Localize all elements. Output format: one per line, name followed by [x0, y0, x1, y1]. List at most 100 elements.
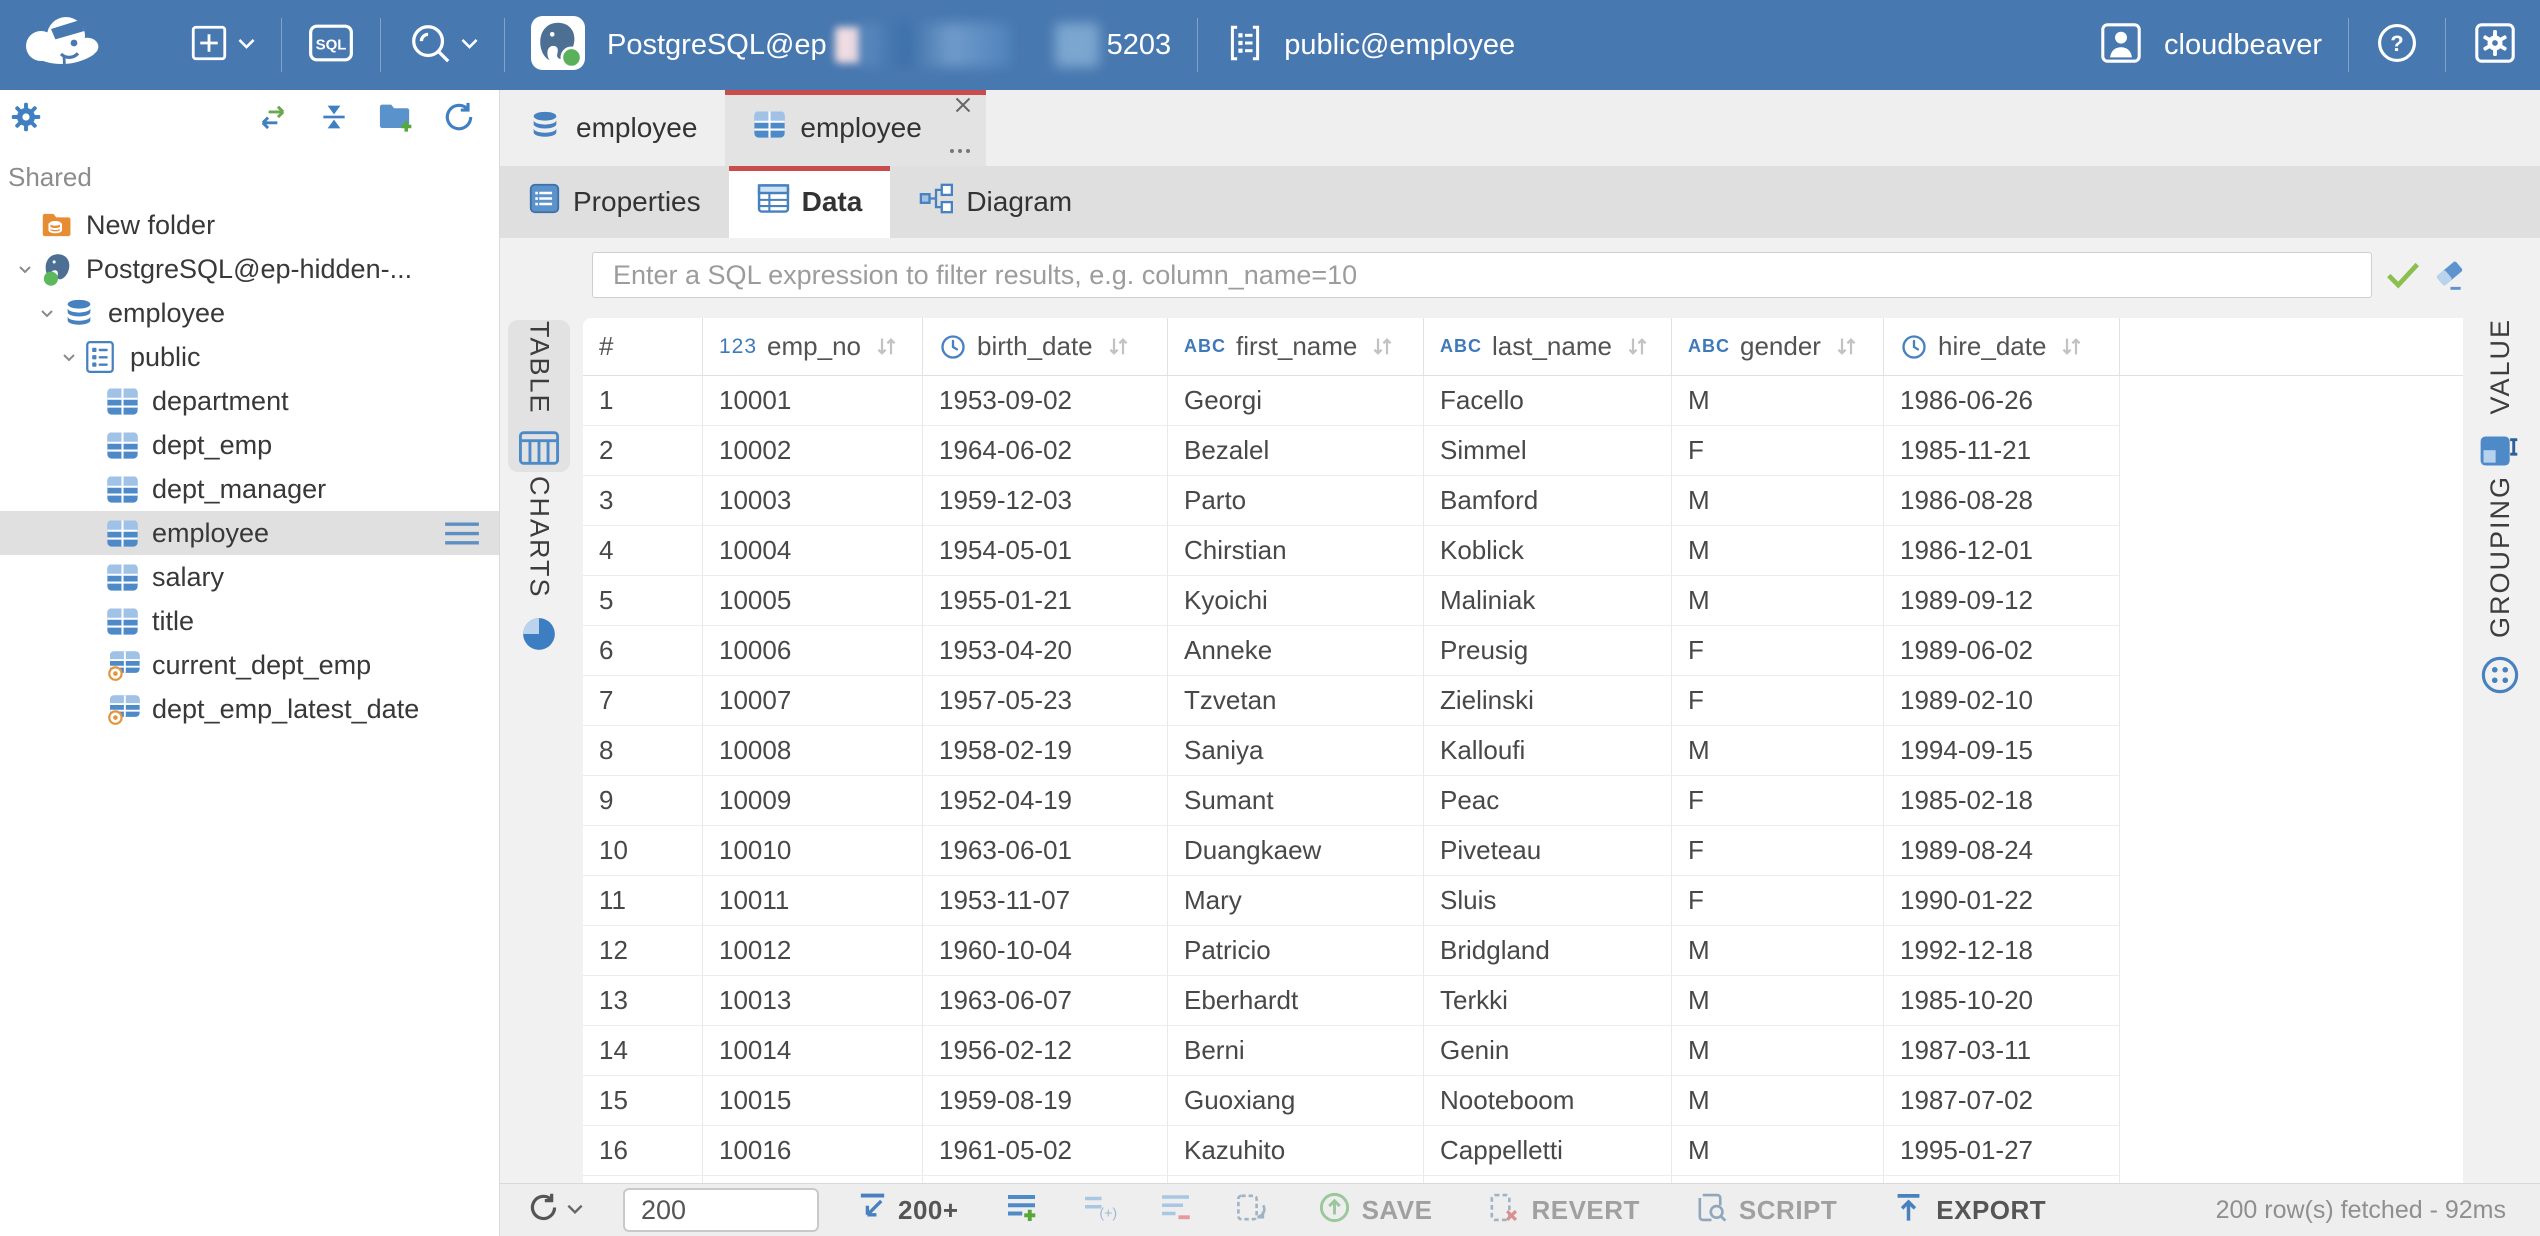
cell[interactable]: Facello	[1424, 376, 1672, 426]
table-row[interactable]: 2100021964-06-02BezalelSimmelF1985-11-21	[583, 426, 2463, 476]
script-button[interactable]: SCRIPT	[1694, 1191, 1837, 1229]
cell[interactable]: Berni	[1168, 1026, 1424, 1076]
sort-icon[interactable]	[1105, 333, 1132, 360]
cell[interactable]: 10001	[703, 376, 923, 426]
cell[interactable]: Kazuhito	[1168, 1126, 1424, 1176]
cell[interactable]: 1989-09-12	[1884, 576, 2120, 626]
tab-diagram[interactable]: Diagram	[890, 166, 1100, 238]
cell[interactable]: M	[1672, 1126, 1884, 1176]
cell[interactable]: M	[1672, 1076, 1884, 1126]
cell[interactable]: Maliniak	[1424, 576, 1672, 626]
cell[interactable]: Georgi	[1168, 376, 1424, 426]
cell[interactable]: M	[1672, 576, 1884, 626]
row-number-cell[interactable]	[583, 1176, 703, 1183]
tree-item-dept-emp-latest-date[interactable]: dept_emp_latest_date	[0, 687, 499, 731]
cell[interactable]: 1995-01-27	[1884, 1126, 2120, 1176]
cell[interactable]: Bamford	[1424, 476, 1672, 526]
cell[interactable]: Cappelletti	[1424, 1126, 1672, 1176]
table-row[interactable]: 1100011953-09-02GeorgiFacelloM1986-06-26	[583, 376, 2463, 426]
cell[interactable]: Tzvetan	[1168, 676, 1424, 726]
schema-selector[interactable]: public@employee	[1224, 22, 1515, 69]
table-row[interactable]: 7100071957-05-23TzvetanZielinskiF1989-02…	[583, 676, 2463, 726]
table-row[interactable]: 3100031959-12-03PartoBamfordM1986-08-28	[583, 476, 2463, 526]
cell[interactable]: Piveteau	[1424, 826, 1672, 876]
tree-item-employee[interactable]: employee	[0, 291, 499, 335]
cell[interactable]: 1989-08-24	[1884, 826, 2120, 876]
row-number-cell[interactable]: 2	[583, 426, 703, 476]
cell[interactable]: Mary	[1168, 876, 1424, 926]
new-connection-button[interactable]	[188, 22, 255, 69]
cell[interactable]: Kyoichi	[1168, 576, 1424, 626]
export-button[interactable]: EXPORT	[1891, 1191, 2046, 1229]
new-folder-button[interactable]	[377, 100, 415, 139]
tab-properties[interactable]: Properties	[500, 166, 729, 238]
table-row[interactable]: 13100131963-06-07EberhardtTerkkiM1985-10…	[583, 976, 2463, 1026]
cell[interactable]: 10013	[703, 976, 923, 1026]
row-number-cell[interactable]: 11	[583, 876, 703, 926]
cell[interactable]: Sluis	[1424, 876, 1672, 926]
cell[interactable]: F	[1672, 676, 1884, 726]
column-header-row-number[interactable]: #	[583, 318, 703, 375]
delete-row-button[interactable]	[1157, 1191, 1194, 1229]
cell[interactable]: Guoxiang	[1168, 1076, 1424, 1126]
cell[interactable]: 10003	[703, 476, 923, 526]
row-number-cell[interactable]: 7	[583, 676, 703, 726]
cell[interactable]: M	[1672, 376, 1884, 426]
chevron-down-icon[interactable]	[32, 301, 62, 325]
table-row[interactable]: 16100161961-05-02KazuhitoCappellettiM199…	[583, 1126, 2463, 1176]
tree-item-public[interactable]: public	[0, 335, 499, 379]
cell[interactable]: 1953-09-02	[923, 376, 1168, 426]
sort-icon[interactable]	[873, 333, 900, 360]
cell[interactable]: 10009	[703, 776, 923, 826]
chevron-down-icon[interactable]	[10, 257, 40, 281]
cell[interactable]: Nooteboom	[1424, 1076, 1672, 1126]
cell[interactable]: 1954-05-01	[923, 526, 1168, 576]
tree-item-dept-emp[interactable]: dept_emp	[0, 423, 499, 467]
table-row[interactable]: 12100121960-10-04PatricioBridglandM1992-…	[583, 926, 2463, 976]
presentation-tab-charts[interactable]: CHARTS	[508, 486, 570, 648]
duplicate-row-button[interactable]: (+)	[1080, 1191, 1117, 1229]
cell[interactable]: 1989-02-10	[1884, 676, 2120, 726]
sort-icon[interactable]	[1833, 333, 1860, 360]
cell[interactable]: Preusig	[1424, 626, 1672, 676]
cell[interactable]: 1957-05-23	[923, 676, 1168, 726]
cell[interactable]: Patricio	[1168, 926, 1424, 976]
cell[interactable]: 1952-04-19	[923, 776, 1168, 826]
search-tools-button[interactable]	[407, 20, 478, 71]
cell[interactable]: 1992-12-18	[1884, 926, 2120, 976]
sql-filter-input[interactable]	[592, 252, 2372, 298]
cell[interactable]: 10016	[703, 1126, 923, 1176]
table-row[interactable]: 14100141956-02-12BerniGeninM1987-03-11	[583, 1026, 2463, 1076]
sort-icon[interactable]	[1624, 333, 1651, 360]
row-number-cell[interactable]: 5	[583, 576, 703, 626]
cell[interactable]: 10015	[703, 1076, 923, 1126]
cell[interactable]: 10006	[703, 626, 923, 676]
cell[interactable]: 10002	[703, 426, 923, 476]
cell[interactable]: 1986-12-01	[1884, 526, 2120, 576]
hamburger-menu-icon[interactable]	[441, 520, 483, 547]
help-button[interactable]: ?	[2375, 21, 2419, 70]
tab-employee-database[interactable]: employee	[500, 90, 725, 166]
cell[interactable]: M	[1672, 476, 1884, 526]
cell[interactable]: 10012	[703, 926, 923, 976]
cell[interactable]: Saniya	[1168, 726, 1424, 776]
save-button[interactable]: SAVE	[1317, 1190, 1433, 1230]
table-row[interactable]: 9100091952-04-19SumantPeacF1985-02-18	[583, 776, 2463, 826]
tab-data[interactable]: Data	[729, 166, 891, 238]
cell[interactable]: 1964-06-02	[923, 426, 1168, 476]
column-header-emp_no[interactable]: 123emp_no	[703, 318, 923, 375]
column-header-last_name[interactable]: ABClast_name	[1424, 318, 1672, 375]
cell[interactable]: Genin	[1424, 1026, 1672, 1076]
cell[interactable]: Simmel	[1424, 426, 1672, 476]
sort-icon[interactable]	[1369, 333, 1396, 360]
cell[interactable]: 10004	[703, 526, 923, 576]
cell[interactable]: Duangkaew	[1168, 826, 1424, 876]
cell[interactable]: 1963-06-01	[923, 826, 1168, 876]
cell[interactable]: 1994-09-15	[1884, 726, 2120, 776]
cell[interactable]: 1956-02-12	[923, 1026, 1168, 1076]
cell[interactable]: F	[1672, 426, 1884, 476]
user-menu-button[interactable]: cloudbeaver	[2098, 20, 2322, 71]
cell[interactable]: Sumant	[1168, 776, 1424, 826]
panel-tab-grouping[interactable]: GROUPING	[2466, 488, 2534, 688]
tree-item-dept-manager[interactable]: dept_manager	[0, 467, 499, 511]
